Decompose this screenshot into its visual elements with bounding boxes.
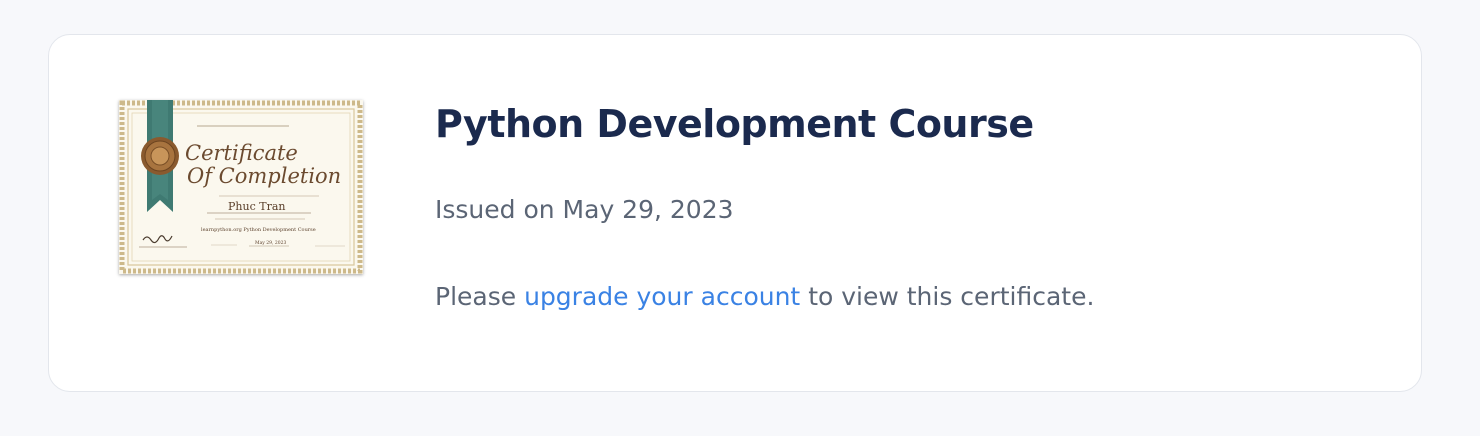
course-title: Python Development Course (435, 102, 1034, 146)
certificate-course-line: learnpython.org Python Development Cours… (201, 227, 316, 233)
certificate-recipient: Phuc Tran (228, 200, 285, 213)
certificate-thumbnail[interactable]: Certificate Of Completion Phuc Tran lear… (119, 100, 363, 274)
certificate-info: Python Development Course Issued on May … (435, 95, 1381, 314)
certificate-date: May 29, 2023 (255, 240, 286, 246)
certificate-heading-line2: Of Completion (187, 164, 341, 188)
upgrade-account-link[interactable]: upgrade your account (524, 282, 800, 311)
issued-date: Issued on May 29, 2023 (435, 195, 734, 224)
certificate-heading-line1: Certificate (185, 141, 298, 165)
certificate-image: Certificate Of Completion Phuc Tran lear… (119, 100, 363, 274)
notice-suffix: to view this certificate. (808, 282, 1095, 311)
notice-prefix: Please (435, 282, 517, 311)
upgrade-notice: Please upgrade your account to view this… (435, 280, 1381, 314)
certificate-card: Certificate Of Completion Phuc Tran lear… (48, 34, 1422, 392)
seal-icon (141, 137, 179, 175)
